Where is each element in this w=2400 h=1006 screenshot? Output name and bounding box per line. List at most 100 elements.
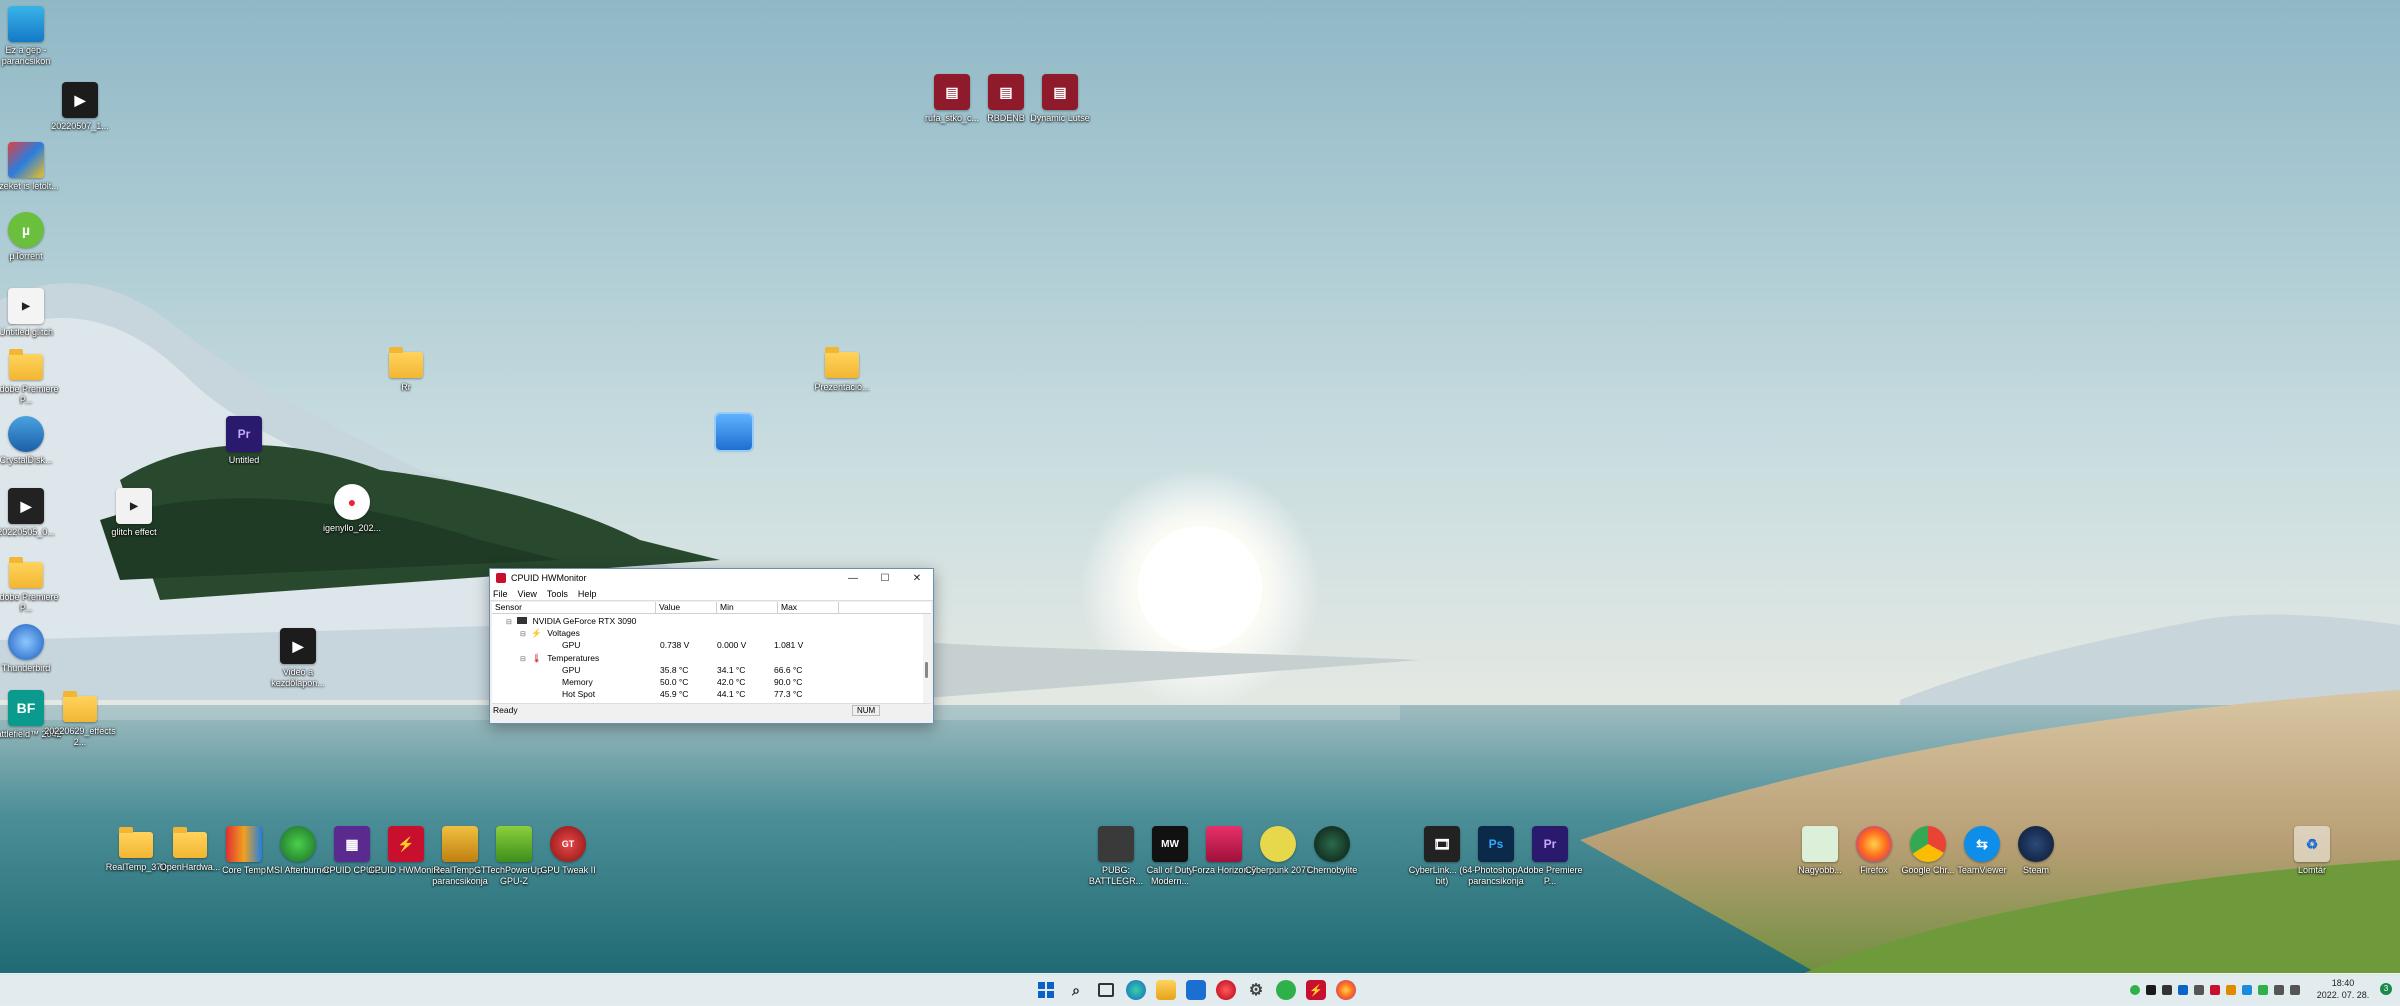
firefox-icon[interactable] <box>1336 980 1356 1000</box>
desktop-icon-thunderbird[interactable]: Thunderbird <box>0 624 64 674</box>
firefox-icon <box>1856 826 1892 862</box>
sensor-tree[interactable]: ⊟ NVIDIA GeForce RTX 3090 ⊟ ⚡ Voltages G… <box>492 614 931 704</box>
hwmonitor-icon[interactable]: ⚡ <box>1306 980 1326 1000</box>
desktop-icon-winrar3[interactable]: ▤ Dynamic Lutse <box>1022 74 1098 124</box>
desktop-icon-gputweak[interactable]: GT GPU Tweak II <box>530 826 606 876</box>
winrar-icon: ▤ <box>934 74 970 110</box>
tray-monitor-icon[interactable] <box>2162 985 2172 995</box>
tree-row-temperatures[interactable]: ⊟ 🌡 Temperatures <box>520 652 599 664</box>
crystaldisk-icon <box>8 416 44 452</box>
sensor-max: 1.081 V <box>774 640 804 650</box>
tray-opera-icon[interactable] <box>2210 985 2220 995</box>
desktop-icon-videoclip[interactable]: ▶ Videó a kezdőlapon... <box>260 628 336 689</box>
desktop-icon-glitch1[interactable]: ▶ Untitled glitch <box>0 288 64 338</box>
folder-icon <box>173 827 207 858</box>
video-file-icon: ▶ <box>8 488 44 524</box>
app-icon <box>1802 826 1838 862</box>
column-value[interactable]: Value <box>656 602 717 613</box>
desktop-icon-folder-r[interactable]: Rr <box>368 346 444 393</box>
desktop-icon-recycle-bin[interactable]: ♻ Lomtár <box>2274 826 2350 876</box>
tree-row-device[interactable]: ⊟ NVIDIA GeForce RTX 3090 <box>506 615 636 627</box>
collapse-toggle-icon[interactable]: ⊟ <box>520 656 526 663</box>
gpu-icon <box>517 617 528 624</box>
edge-icon[interactable] <box>1126 980 1146 1000</box>
file-explorer-icon[interactable] <box>1156 980 1176 1000</box>
collapse-toggle-icon[interactable]: ⊟ <box>520 631 526 638</box>
app-icon[interactable] <box>1276 980 1296 1000</box>
notification-badge[interactable]: 3 <box>2380 983 2392 995</box>
desktop-icon-monitor[interactable]: Ez a gép - parancsikon <box>0 6 64 67</box>
coretemp-icon <box>226 826 262 862</box>
table-row[interactable]: GPU 0.738 V 0.000 V 1.081 V <box>492 639 922 651</box>
voltage-icon: ⚡ <box>531 628 542 638</box>
desktop-icon-selected-app[interactable] <box>696 412 772 452</box>
column-min[interactable]: Min <box>717 602 778 613</box>
desktop-icon-folder-left1[interactable]: Adobe Premiere P... <box>0 348 64 406</box>
tray-app-icon[interactable] <box>2130 985 2140 995</box>
realtemp-icon <box>442 826 478 862</box>
clock[interactable]: 18:40 2022. 07. 28. <box>2312 977 2374 1001</box>
desktop-icon-premiere-project[interactable]: Pr Untitled <box>206 416 282 466</box>
tray-device-icon[interactable] <box>2194 985 2204 995</box>
afterburner-icon <box>280 826 316 862</box>
menu-tools[interactable]: Tools <box>547 589 568 599</box>
tray-shield-icon[interactable] <box>2226 985 2236 995</box>
desktop-icon-premiere[interactable]: Pr Adobe Premiere P... <box>1512 826 1588 887</box>
desktop-icon-steam[interactable]: Steam <box>1998 826 2074 876</box>
table-row[interactable]: Memory 50.0 °C 42.0 °C 90.0 °C <box>492 676 922 688</box>
sensor-max: 77.3 °C <box>774 689 803 699</box>
table-row[interactable]: Hot Spot 45.9 °C 44.1 °C 77.3 °C <box>492 688 922 700</box>
wifi-icon[interactable] <box>2274 985 2284 995</box>
tray-nvidia-icon[interactable] <box>2146 985 2156 995</box>
numlock-indicator: NUM <box>852 705 881 716</box>
opera-icon[interactable] <box>1216 980 1236 1000</box>
store-icon[interactable] <box>1186 980 1206 1000</box>
start-icon[interactable] <box>1036 980 1056 1000</box>
sensor-max: 90.0 °C <box>774 677 803 687</box>
app-icon <box>714 412 754 452</box>
menu-file[interactable]: File <box>493 589 508 599</box>
collapse-toggle-icon[interactable]: ⊟ <box>506 619 512 626</box>
desktop-icon-folder-adobe[interactable]: Adobe Premiere P... <box>0 556 64 614</box>
scrollbar-thumb[interactable] <box>925 662 928 678</box>
desktop-icon-folder-p[interactable]: Prezentáció... <box>804 346 880 393</box>
desktop-icon-video1[interactable]: ▶ 20220507_1... <box>42 82 118 132</box>
tray-cloud-icon[interactable] <box>2178 985 2188 995</box>
menu-help[interactable]: Help <box>578 589 597 599</box>
desktop-icon-ig[interactable]: ● igenyllo_202... <box>314 484 390 534</box>
search-icon[interactable]: ⌕ <box>1066 980 1086 1000</box>
desktop-icon-backdrop[interactable]: Ezeket is letölt... <box>0 142 64 192</box>
gputweak-icon: GT <box>550 826 586 862</box>
window-titlebar[interactable]: CPUID HWMonitor — ☐ ✕ <box>490 569 933 587</box>
desktop-icon-crystaldisk[interactable]: CrystalDisk... <box>0 416 64 466</box>
tree-row-voltages[interactable]: ⊟ ⚡ Voltages <box>520 627 580 639</box>
premiere-icon: Pr <box>1532 826 1568 862</box>
column-sensor[interactable]: Sensor <box>492 602 656 613</box>
desktop-icon-video2[interactable]: ▶ 20220505_0... <box>0 488 64 538</box>
table-row[interactable]: GPU 35.8 °C 34.1 °C 66.6 °C <box>492 664 922 676</box>
desktop-icon-folder-mid[interactable]: 20220629_effects2... <box>42 690 118 748</box>
settings-icon[interactable]: ⚙ <box>1246 980 1266 1000</box>
column-max[interactable]: Max <box>778 602 839 613</box>
sensor-min: 42.0 °C <box>717 677 746 687</box>
hwmonitor-window[interactable]: CPUID HWMonitor — ☐ ✕ File View Tools He… <box>489 568 934 724</box>
tray-check-icon[interactable] <box>2258 985 2268 995</box>
teamviewer-icon: ⇆ <box>1964 826 2000 862</box>
video-file-icon: ▶ <box>116 488 152 524</box>
sensor-value: 35.8 °C <box>660 665 689 675</box>
chrome-icon <box>1910 826 1946 862</box>
task-view-icon[interactable] <box>1096 980 1116 1000</box>
clock-time: 18:40 <box>2331 978 2355 988</box>
menu-view[interactable]: View <box>518 589 537 599</box>
minimize-button[interactable]: — <box>837 569 869 587</box>
desktop-icon-chernobylite[interactable]: Chernobylite <box>1294 826 1370 876</box>
tray-teamviewer-icon[interactable] <box>2242 985 2252 995</box>
desktop-icon-utorrent[interactable]: µ µTorrent <box>0 212 64 262</box>
desktop-icon-glitcheffect[interactable]: ▶ glitch effect <box>96 488 172 538</box>
gpuz-icon <box>496 826 532 862</box>
vertical-scrollbar[interactable] <box>923 614 931 703</box>
app-icon: ● <box>334 484 370 520</box>
volume-icon[interactable] <box>2290 985 2300 995</box>
close-button[interactable]: ✕ <box>901 569 933 587</box>
maximize-button[interactable]: ☐ <box>869 569 901 587</box>
